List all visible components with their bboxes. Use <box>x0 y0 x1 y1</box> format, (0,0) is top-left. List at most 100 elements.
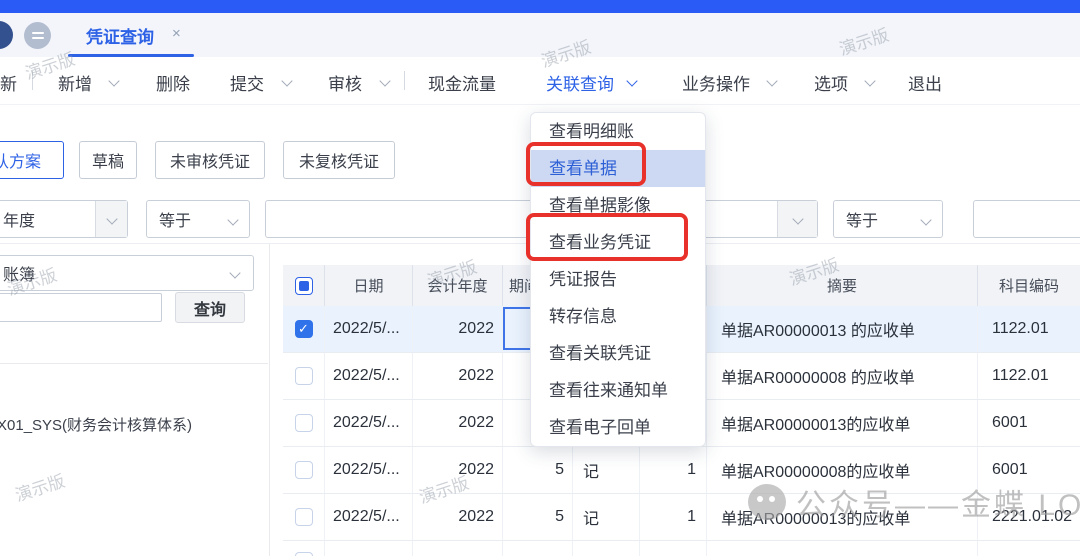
row-checkbox[interactable]: ✓ <box>295 320 313 338</box>
row-checkbox[interactable] <box>295 508 313 526</box>
tab-bar: 凭证查询 × <box>0 13 1080 57</box>
toolbar-delete-button[interactable]: 删除 <box>156 70 190 95</box>
cell-date: 2022/5/... <box>325 306 413 352</box>
filter-operator-combo-2[interactable]: 等于 <box>833 200 943 238</box>
row-checkbox[interactable] <box>295 461 313 479</box>
select-all-cell[interactable] <box>283 265 325 306</box>
left-panel-divider <box>0 363 268 364</box>
column-header-summary[interactable]: 摘要 <box>707 265 978 306</box>
toolbar-options-button[interactable]: 选项 <box>814 70 848 95</box>
menu-item-view-related-voucher[interactable]: 查看关联凭证 <box>531 335 705 372</box>
related-query-dropdown-menu: 查看明细账 查看单据 查看单据影像 查看业务凭证 凭证报告 转存信息 查看关联凭… <box>530 112 706 447</box>
toolbar-refresh-button[interactable]: 新 <box>0 70 17 95</box>
toolbar-cashflow-button[interactable]: 现金流量 <box>428 70 496 95</box>
toolbar-audit-button[interactable]: 审核 <box>328 70 362 95</box>
chevron-down-icon[interactable] <box>281 75 292 86</box>
query-button[interactable]: 查询 <box>175 292 245 323</box>
cell-voucher-word: 记 <box>573 447 640 493</box>
column-header-fiscal-year[interactable]: 会计年度 <box>413 265 503 306</box>
column-header-date[interactable]: 日期 <box>325 265 413 306</box>
chip-unreviewed-vouchers[interactable]: 未复核凭证 <box>283 141 395 179</box>
row-checkbox[interactable] <box>295 367 313 385</box>
select-all-checkbox[interactable] <box>295 277 313 295</box>
chevron-down-icon[interactable] <box>626 75 637 86</box>
chevron-down-icon <box>229 267 240 278</box>
cell-date: 2022/5/... <box>325 400 413 446</box>
chevron-down-icon <box>227 214 238 225</box>
cell-voucher-no: 1 <box>640 447 707 493</box>
cell-account-code: 6001 <box>978 447 1080 493</box>
table-row-partial[interactable] <box>283 541 1080 556</box>
chip-default-scheme[interactable]: 认方案 <box>0 141 64 179</box>
cell-summary: 单据AR00000008 的应收单 <box>707 353 978 399</box>
toolbar-submit-button[interactable]: 提交 <box>230 70 264 95</box>
app-window: 凭证查询 × 新 新增 删除 提交 审核 现金流量 关联查询 业务操作 选项 退… <box>0 0 1080 556</box>
filter-value-input-2[interactable] <box>973 200 1080 238</box>
cell-year: 2022 <box>413 400 503 446</box>
toolbar-related-query-button[interactable]: 关联查询 <box>546 70 614 95</box>
chevron-down-icon <box>792 213 803 224</box>
cell-account-code: 1122.01 <box>978 353 1080 399</box>
toolbar-exit-button[interactable]: 退出 <box>908 70 942 95</box>
cell-year: 2022 <box>413 353 503 399</box>
chevron-down-icon[interactable] <box>864 75 875 86</box>
menu-item-view-bill-image[interactable]: 查看单据影像 <box>531 187 705 224</box>
cell-year: 2022 <box>413 494 503 540</box>
column-header-account-code[interactable]: 科目编码 <box>978 265 1080 306</box>
cell-summary: 单据AR00000008的应收单 <box>707 447 978 493</box>
cell-account-code: 1122.01 <box>978 306 1080 352</box>
chevron-down-icon[interactable] <box>766 75 777 86</box>
toolbar: 新 新增 删除 提交 审核 现金流量 关联查询 业务操作 选项 退出 <box>0 57 1080 105</box>
toolbar-business-ops-button[interactable]: 业务操作 <box>682 70 750 95</box>
demo-watermark: 演示版 <box>11 467 67 507</box>
toolbar-divider <box>404 71 405 90</box>
table-row[interactable]: 2022/5/... 2022 5 记 1 单据AR00000008的应收单 6… <box>283 447 1080 494</box>
menu-item-view-detail-ledger[interactable]: 查看明细账 <box>531 113 705 150</box>
book-search-input[interactable] <box>0 293 162 322</box>
app-logo-icon <box>0 21 13 49</box>
cell-year: 2022 <box>413 306 503 352</box>
cell-account-code: 2221.01.02 <box>978 494 1080 540</box>
cell-summary: 单据AR00000013的应收单 <box>707 494 978 540</box>
row-checkbox[interactable] <box>295 552 313 556</box>
menu-item-voucher-report[interactable]: 凭证报告 <box>531 261 705 298</box>
table-row[interactable]: 2022/5/... 2022 5 记 1 单据AR00000013的应收单 2… <box>283 494 1080 541</box>
cell-summary: 单据AR00000013的应收单 <box>707 400 978 446</box>
chip-draft[interactable]: 草稿 <box>79 141 137 179</box>
cell-summary: 单据AR00000013 的应收单 <box>707 306 978 352</box>
filter-field-combo[interactable]: 年度 <box>0 200 128 238</box>
row-checkbox[interactable] <box>295 414 313 432</box>
tab-voucher-query[interactable]: 凭证查询 <box>86 23 154 48</box>
operator-value: 等于 <box>846 207 878 231</box>
combo-grip[interactable] <box>777 201 817 237</box>
chevron-down-icon <box>920 214 931 225</box>
menu-item-view-business-voucher[interactable]: 查看业务凭证 <box>531 224 705 261</box>
chevron-down-icon <box>106 213 117 224</box>
cell-period: 5 <box>503 447 573 493</box>
toolbar-divider <box>32 71 33 90</box>
cell-voucher-word: 记 <box>573 494 640 540</box>
account-book-combo[interactable]: 账簿 <box>0 255 254 291</box>
operator-value: 等于 <box>159 207 191 231</box>
account-book-value: 账簿 <box>0 261 35 285</box>
menu-item-view-transaction-notice[interactable]: 查看往来通知单 <box>531 372 705 409</box>
chevron-down-icon[interactable] <box>379 75 390 86</box>
cell-date: 2022/5/... <box>325 494 413 540</box>
filter-operator-combo-1[interactable]: 等于 <box>146 200 250 238</box>
menu-item-view-e-receipt[interactable]: 查看电子回单 <box>531 409 705 446</box>
menu-item-transfer-info[interactable]: 转存信息 <box>531 298 705 335</box>
toolbar-add-button[interactable]: 新增 <box>58 70 92 95</box>
tree-item-accounting-system[interactable]: X01_SYS(财务会计核算体系) <box>0 414 192 435</box>
chip-unaudited-vouchers[interactable]: 未审核凭证 <box>155 141 265 179</box>
panel-divider <box>269 244 270 556</box>
tab-close-icon[interactable]: × <box>172 25 181 42</box>
title-strip <box>0 0 1080 13</box>
cell-period: 5 <box>503 494 573 540</box>
combo-grip[interactable] <box>95 201 127 237</box>
cell-date: 2022/5/... <box>325 447 413 493</box>
message-icon[interactable] <box>24 22 51 49</box>
cell-account-code: 6001 <box>978 400 1080 446</box>
chevron-down-icon[interactable] <box>108 75 119 86</box>
cell-voucher-no: 1 <box>640 494 707 540</box>
menu-item-view-bill[interactable]: 查看单据 <box>531 150 705 187</box>
